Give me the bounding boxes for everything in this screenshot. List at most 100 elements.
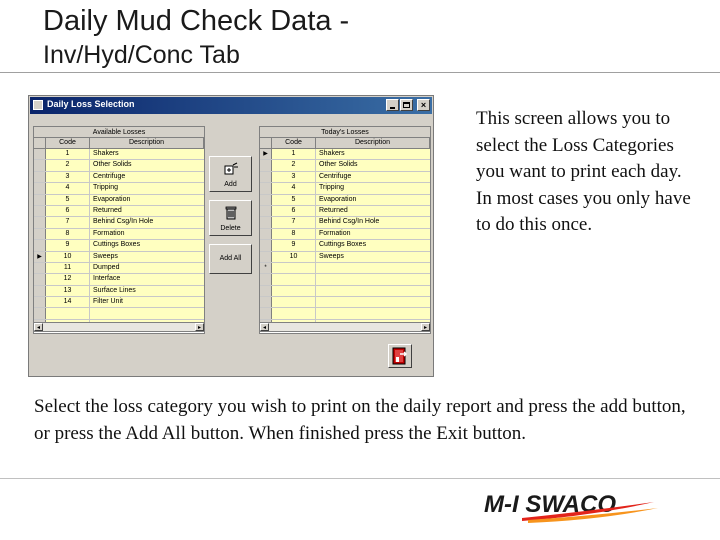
minimize-button[interactable]	[386, 99, 399, 111]
code-cell: 12	[46, 274, 90, 285]
daily-loss-selection-window: Daily Loss Selection × Available Losses …	[28, 95, 434, 377]
row-selector[interactable]	[260, 228, 272, 240]
table-row[interactable]: 14 Filter Unit	[34, 297, 204, 309]
row-selector[interactable]	[260, 205, 272, 217]
table-row[interactable]: 3 Centrifuge	[260, 171, 430, 184]
row-selector[interactable]	[34, 297, 46, 308]
description-column-header[interactable]: Description	[90, 138, 204, 148]
table-row[interactable]: 9 Cuttings Boxes	[34, 240, 204, 252]
row-selector[interactable]	[260, 240, 272, 251]
table-row[interactable]: 10 Sweeps	[260, 251, 430, 263]
table-row[interactable]: 8 Formation	[260, 228, 430, 241]
table-row-empty[interactable]	[260, 274, 430, 286]
row-selector[interactable]: *	[260, 262, 272, 274]
code-cell: 10	[272, 251, 316, 262]
description-cell: Surface Lines	[90, 285, 204, 297]
table-row-empty[interactable]	[260, 308, 430, 320]
row-selector[interactable]: ▶	[260, 149, 272, 160]
table-row[interactable]: 13 Surface Lines	[34, 285, 204, 298]
table-row-empty[interactable]	[260, 285, 430, 298]
maximize-button[interactable]	[400, 99, 413, 111]
table-row[interactable]: 6 Returned	[34, 205, 204, 218]
row-selector[interactable]	[260, 217, 272, 228]
row-selector[interactable]: ▶	[34, 251, 46, 262]
description-cell: Sweeps	[90, 251, 204, 262]
row-selector[interactable]	[34, 308, 46, 319]
table-row[interactable]: 7 Behind Csg/In Hole	[260, 217, 430, 229]
row-selector[interactable]	[34, 171, 46, 183]
table-row[interactable]: 3 Centrifuge	[34, 171, 204, 184]
description-cell: Returned	[316, 205, 430, 217]
row-selector[interactable]	[34, 274, 46, 285]
code-cell: 9	[46, 240, 90, 251]
delete-button[interactable]: Delete	[209, 200, 252, 236]
scroll-left-icon[interactable]: ◂	[34, 323, 43, 331]
table-row[interactable]: 5 Evaporation	[34, 194, 204, 206]
row-selector[interactable]	[34, 183, 46, 194]
code-column-header[interactable]: Code	[272, 138, 316, 148]
table-row[interactable]: 2 Other Solids	[34, 160, 204, 172]
row-selector[interactable]	[260, 171, 272, 183]
row-selector[interactable]	[34, 285, 46, 297]
available-losses-grid[interactable]: Available Losses Code Description 1 Shake…	[33, 126, 205, 334]
add-button[interactable]: Add	[209, 156, 252, 192]
window-titlebar[interactable]: Daily Loss Selection ×	[30, 97, 432, 114]
scroll-right-icon[interactable]: ▸	[195, 323, 204, 331]
row-selector[interactable]	[34, 160, 46, 171]
description-cell	[316, 297, 430, 308]
row-selector[interactable]	[34, 217, 46, 228]
table-row-empty[interactable]: *	[260, 262, 430, 275]
row-selector[interactable]	[260, 194, 272, 205]
row-selector[interactable]	[260, 274, 272, 285]
row-selector[interactable]	[260, 297, 272, 308]
row-selector[interactable]	[260, 285, 272, 297]
description-cell	[316, 262, 430, 274]
row-selector[interactable]	[260, 160, 272, 171]
table-row[interactable]: 4 Tripping	[260, 183, 430, 195]
table-row[interactable]: 5 Evaporation	[260, 194, 430, 206]
code-cell	[46, 308, 90, 319]
add-all-button[interactable]: Add All	[209, 244, 252, 274]
table-row[interactable]: 7 Behind Csg/In Hole	[34, 217, 204, 229]
scroll-left-icon[interactable]: ◂	[260, 323, 269, 331]
row-selector[interactable]	[260, 183, 272, 194]
code-cell: 1	[46, 149, 90, 160]
code-cell: 13	[46, 285, 90, 297]
description-cell: Centrifuge	[316, 171, 430, 183]
table-row[interactable]: 9 Cuttings Boxes	[260, 240, 430, 252]
table-row-empty[interactable]	[260, 297, 430, 309]
row-selector[interactable]	[34, 228, 46, 240]
code-cell	[272, 262, 316, 274]
todays-losses-scrollbar[interactable]: ◂ ▸	[259, 322, 431, 332]
row-selector[interactable]	[34, 194, 46, 205]
table-row-empty[interactable]	[34, 308, 204, 320]
description-cell: Sweeps	[316, 251, 430, 262]
description-column-header[interactable]: Description	[316, 138, 430, 148]
table-row[interactable]: 6 Returned	[260, 205, 430, 218]
todays-losses-grid[interactable]: Today's Losses Code Description ▶ 1 Shaker…	[259, 126, 431, 334]
row-selector[interactable]	[260, 251, 272, 262]
table-row[interactable]: 4 Tripping	[34, 183, 204, 195]
row-selector[interactable]	[34, 149, 46, 160]
table-row[interactable]: 8 Formation	[34, 228, 204, 241]
code-cell: 4	[46, 183, 90, 194]
close-button[interactable]: ×	[417, 99, 430, 111]
description-cell: Behind Csg/In Hole	[316, 217, 430, 228]
exit-button[interactable]	[388, 344, 412, 368]
slide-title: Daily Mud Check Data -	[43, 5, 350, 37]
row-selector[interactable]	[34, 262, 46, 274]
available-losses-scrollbar[interactable]: ◂ ▸	[33, 322, 205, 332]
row-selector[interactable]	[34, 205, 46, 217]
table-row[interactable]: 1 Shakers	[34, 149, 204, 161]
table-row[interactable]: 12 Interface	[34, 274, 204, 286]
screen-description: This screen allows you to select the Los…	[476, 108, 691, 235]
table-row[interactable]: 2 Other Solids	[260, 160, 430, 172]
row-selector[interactable]	[260, 308, 272, 319]
code-cell: 6	[46, 205, 90, 217]
row-selector[interactable]	[34, 240, 46, 251]
table-row[interactable]: ▶ 1 Shakers	[260, 149, 430, 161]
code-column-header[interactable]: Code	[46, 138, 90, 148]
scroll-right-icon[interactable]: ▸	[421, 323, 430, 331]
table-row[interactable]: 11 Dumped	[34, 262, 204, 275]
table-row[interactable]: ▶ 10 Sweeps	[34, 251, 204, 263]
